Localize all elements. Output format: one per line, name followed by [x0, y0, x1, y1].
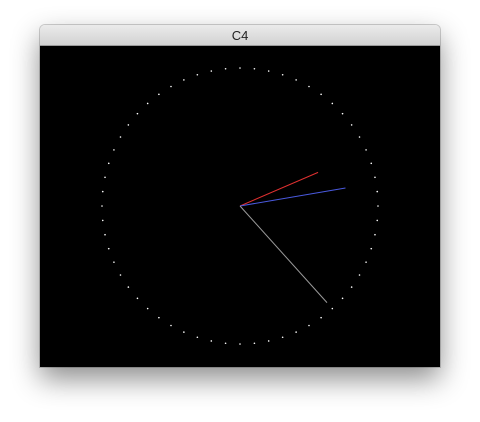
tick-dot — [341, 112, 344, 115]
tick-dot — [320, 93, 322, 96]
tick-dot — [224, 67, 227, 70]
tick-dot — [146, 307, 149, 310]
tick-dot — [267, 70, 270, 72]
tick-dot — [107, 247, 110, 250]
tick-dot — [365, 261, 367, 263]
tick-dot — [127, 286, 130, 288]
tick-dot — [224, 342, 227, 345]
tick-dot — [183, 79, 185, 81]
tick-dot — [295, 79, 297, 81]
tick-dot — [101, 219, 104, 222]
tick-dot — [196, 73, 199, 76]
tick-dot — [331, 102, 334, 105]
tick-dot — [320, 316, 322, 319]
tick-dot — [101, 190, 104, 193]
tick-dot — [281, 73, 284, 76]
tick-dot — [183, 331, 185, 333]
tick-dot — [104, 233, 106, 236]
tick-dot — [101, 205, 103, 207]
tick-dot — [358, 274, 361, 276]
tick-dot — [253, 342, 256, 345]
tick-dot — [350, 286, 353, 288]
tick-dot — [253, 67, 256, 70]
tick-dot — [119, 136, 122, 138]
tick-dot — [170, 324, 172, 327]
tick-dot — [370, 162, 373, 165]
tick-dot — [376, 190, 379, 193]
tick-dot — [370, 247, 373, 250]
tick-dot — [119, 274, 122, 276]
tick-dot — [136, 112, 139, 115]
clock-canvas — [40, 46, 440, 367]
tick-dot — [308, 324, 310, 327]
tick-dot — [295, 331, 297, 333]
tick-dot — [239, 67, 241, 69]
app-window: C4 — [40, 25, 440, 367]
tick-dot — [107, 162, 110, 165]
window-title-bar[interactable]: C4 — [40, 25, 440, 46]
tick-dot — [170, 85, 172, 88]
second-hand — [239, 205, 328, 303]
hour-hand — [239, 171, 319, 207]
tick-dot — [127, 124, 130, 126]
tick-dot — [376, 219, 379, 222]
minute-hand — [239, 187, 346, 207]
tick-dot — [113, 149, 115, 151]
tick-dot — [365, 149, 367, 151]
tick-dot — [196, 336, 199, 339]
tick-dot — [210, 70, 213, 72]
tick-dot — [158, 93, 160, 96]
tick-dot — [350, 124, 353, 126]
tick-dot — [146, 102, 149, 105]
clock-face — [101, 67, 379, 345]
tick-dot — [331, 307, 334, 310]
tick-dot — [374, 176, 376, 179]
tick-dot — [341, 297, 344, 300]
tick-dot — [377, 205, 379, 207]
tick-dot — [104, 176, 106, 179]
tick-dot — [113, 261, 115, 263]
tick-dot — [308, 85, 310, 88]
tick-dot — [374, 233, 376, 236]
tick-dot — [136, 297, 139, 300]
tick-dot — [158, 316, 160, 319]
tick-dot — [239, 343, 241, 345]
tick-dot — [267, 340, 270, 342]
window-title: C4 — [231, 28, 249, 43]
tick-dot — [210, 340, 213, 342]
tick-dot — [358, 136, 361, 138]
tick-dot — [281, 336, 284, 339]
